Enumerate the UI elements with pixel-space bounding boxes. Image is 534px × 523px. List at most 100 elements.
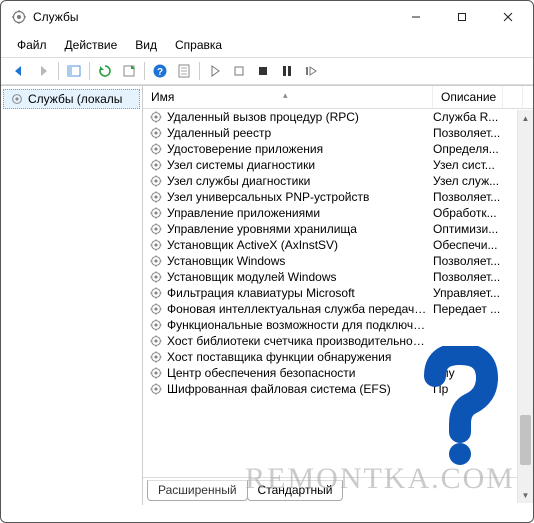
service-description: Позволяет... — [433, 190, 508, 204]
service-row[interactable]: Удаленный реестр Позволяет... — [143, 125, 533, 141]
service-name: Узел службы диагностики — [167, 174, 310, 188]
menu-view[interactable]: Вид — [127, 35, 165, 55]
close-button[interactable] — [485, 2, 531, 32]
service-name: Управление приложениями — [167, 206, 320, 220]
service-gear-icon — [149, 126, 163, 140]
service-row[interactable]: Фоновая интеллектуальная служба передачи… — [143, 301, 533, 317]
service-row[interactable]: Хост поставщика функции обнаруженияВ слу… — [143, 349, 533, 365]
service-description: Передает ... — [433, 302, 508, 316]
tree-pane: Службы (локалы — [1, 86, 143, 505]
column-description[interactable]: Описание — [433, 86, 503, 108]
service-gear-icon — [149, 302, 163, 316]
refresh-button[interactable] — [93, 60, 117, 82]
service-description: Позволяет... — [433, 126, 508, 140]
service-row[interactable]: Управление приложениямиОбработк... — [143, 205, 533, 221]
service-row[interactable]: Удостоверение приложения Определя... — [143, 141, 533, 157]
service-name: Удаленный вызов процедур (RPC) — [167, 110, 359, 124]
service-row[interactable]: Хост библиотеки счетчика производительно… — [143, 333, 533, 349]
tree-root-label: Службы (локалы — [28, 92, 122, 106]
scroll-down-button[interactable]: ▼ — [518, 487, 533, 503]
service-row[interactable]: Управление уровнями хранилища Оптимизи... — [143, 221, 533, 237]
tab-extended[interactable]: Расширенный — [147, 480, 248, 501]
service-row[interactable]: Установщик WindowsПозволяет... — [143, 253, 533, 269]
window-title: Службы — [33, 10, 78, 24]
service-row[interactable]: Узел универсальных PNP-устройств Позволяе… — [143, 189, 533, 205]
service-row[interactable]: Установщик модулей Windows Позволяет... — [143, 269, 533, 285]
services-icon — [10, 92, 24, 106]
service-name: Функциональные возможности для подключен… — [167, 318, 429, 332]
tab-standard[interactable]: Стандартный — [247, 480, 344, 501]
service-name: Удаленный реестр — [167, 126, 271, 140]
service-description: В служб — [433, 350, 508, 364]
toolbar-separator — [199, 62, 200, 80]
menu-file[interactable]: Файл — [9, 35, 55, 55]
service-description: Позволяет... — [433, 270, 508, 284]
services-list: Удаленный вызов процедур (RPC) Служба R..… — [143, 109, 533, 477]
maximize-button[interactable] — [439, 2, 485, 32]
service-description: Служба R... — [433, 110, 508, 124]
vertical-scrollbar[interactable]: ▲ ▼ — [517, 110, 533, 503]
toolbar-separator — [144, 62, 145, 80]
service-row[interactable]: Узел системы диагностики Узел сист... — [143, 157, 533, 173]
scroll-thumb[interactable] — [520, 415, 531, 465]
toolbar-separator — [89, 62, 90, 80]
service-description: Определя... — [433, 142, 508, 156]
column-other[interactable] — [503, 86, 523, 108]
scroll-up-button[interactable]: ▲ — [518, 110, 533, 126]
service-name: Установщик модулей Windows — [167, 270, 336, 284]
sort-indicator-icon: ▴ — [283, 90, 288, 101]
services-icon — [11, 9, 27, 25]
stop-service-solid-button[interactable] — [251, 60, 275, 82]
minimize-button[interactable] — [393, 2, 439, 32]
service-name: Узел универсальных PNP-устройств — [167, 190, 369, 204]
service-name: Управление уровнями хранилища — [167, 222, 357, 236]
export-button[interactable] — [117, 60, 141, 82]
service-row[interactable]: Фильтрация клавиатуры MicrosoftУправляет… — [143, 285, 533, 301]
service-name: Установщик ActiveX (AxInstSV) — [167, 238, 338, 252]
service-row[interactable]: Установщик ActiveX (AxInstSV)Обеспечи... — [143, 237, 533, 253]
service-name: Шифрованная файловая система (EFS) — [167, 382, 391, 396]
service-description: Пр — [433, 382, 508, 396]
scroll-track[interactable] — [518, 126, 533, 487]
menu-action[interactable]: Действие — [57, 35, 126, 55]
service-row[interactable]: Функциональные возможности для подключен… — [143, 317, 533, 333]
service-row[interactable]: Удаленный вызов процедур (RPC) Служба R..… — [143, 109, 533, 125]
toolbar-separator — [58, 62, 59, 80]
help-button[interactable]: ? — [148, 60, 172, 82]
service-gear-icon — [149, 190, 163, 204]
back-button[interactable] — [7, 60, 31, 82]
properties-button[interactable] — [172, 60, 196, 82]
pause-service-button[interactable] — [275, 60, 299, 82]
service-gear-icon — [149, 158, 163, 172]
service-name: Удостоверение приложения — [167, 142, 323, 156]
service-gear-icon — [149, 142, 163, 156]
column-header-row: Имя ▴ Описание — [143, 86, 533, 109]
stop-service-button[interactable] — [227, 60, 251, 82]
menu-help[interactable]: Справка — [167, 35, 230, 55]
column-name[interactable]: Имя — [143, 86, 433, 108]
service-row[interactable]: Центр обеспечения безопасностиСлу — [143, 365, 533, 381]
service-gear-icon — [149, 222, 163, 236]
service-name: Узел системы диагностики — [167, 158, 315, 172]
titlebar: Службы — [1, 1, 533, 33]
service-description: Узел служ... — [433, 174, 508, 188]
service-name: Установщик Windows — [167, 254, 285, 268]
start-service-button[interactable] — [203, 60, 227, 82]
service-gear-icon — [149, 382, 163, 396]
service-gear-icon — [149, 174, 163, 188]
tree-root-services[interactable]: Службы (локалы — [3, 89, 140, 109]
restart-service-button[interactable] — [299, 60, 323, 82]
service-row[interactable]: Узел службы диагностики Узел служ... — [143, 173, 533, 189]
service-gear-icon — [149, 334, 163, 348]
service-row[interactable]: Шифрованная файловая система (EFS) Пр — [143, 381, 533, 397]
service-gear-icon — [149, 366, 163, 380]
service-name: Хост библиотеки счетчика производительно… — [167, 334, 429, 348]
service-description: Узел сист... — [433, 158, 508, 172]
toolbar: ? — [1, 57, 533, 85]
forward-button[interactable] — [31, 60, 55, 82]
service-description: Оптимизи... — [433, 222, 508, 236]
service-name: Фоновая интеллектуальная служба передачи… — [167, 302, 429, 316]
service-gear-icon — [149, 270, 163, 284]
show-hide-tree-button[interactable] — [62, 60, 86, 82]
svg-text:?: ? — [157, 67, 163, 78]
